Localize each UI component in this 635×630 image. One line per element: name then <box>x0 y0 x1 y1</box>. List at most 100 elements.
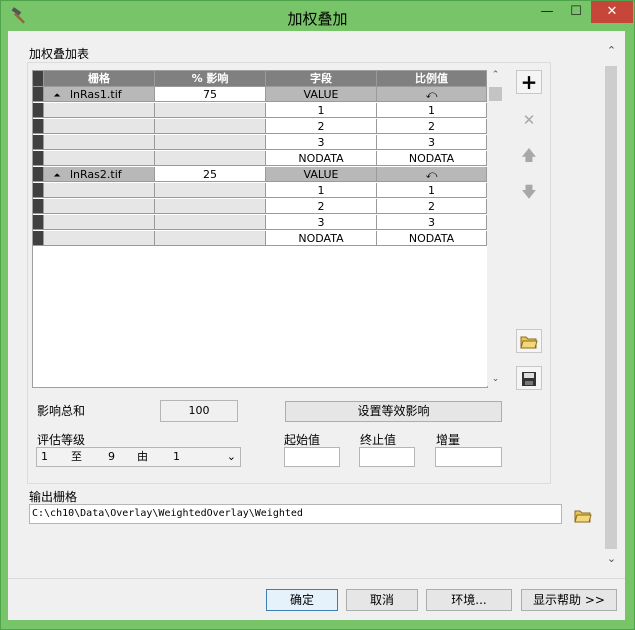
field-value-cell: 1 <box>266 183 377 198</box>
title-bar[interactable]: 加权叠加 — ☐ ✕ <box>1 1 634 32</box>
row-selector[interactable] <box>33 183 44 198</box>
reset-scale-cell[interactable]: ⤺ <box>377 87 487 102</box>
table-row[interactable]: NODATA NODATA <box>33 151 487 167</box>
raster-group-row[interactable]: ⏶ lnRas2.tif 25 VALUE ⤺ <box>33 167 487 183</box>
scale-value-input[interactable]: NODATA <box>377 231 487 246</box>
scroll-down-icon[interactable]: ⌄ <box>603 552 620 565</box>
show-help-button[interactable]: 显示帮助 >> <box>521 589 617 611</box>
empty-cell <box>44 231 155 246</box>
dialog-scrollbar[interactable]: ⌃ ⌄ <box>603 38 620 565</box>
scroll-down-icon[interactable]: ⌄ <box>487 374 504 384</box>
start-value-label: 起始值 <box>284 433 321 447</box>
scroll-up-icon[interactable]: ⌃ <box>603 44 620 57</box>
table-row[interactable]: 2 2 <box>33 119 487 135</box>
row-selector[interactable] <box>33 199 44 214</box>
move-down-button[interactable]: 🡇 <box>516 179 542 203</box>
weighted-overlay-table[interactable]: 栅格 % 影响 字段 比例值 ⏶ lnRas1.tif 75 VALUE ⤺ 1 … <box>32 70 488 388</box>
table-row[interactable]: NODATA NODATA <box>33 231 487 247</box>
table-row[interactable]: 1 1 <box>33 183 487 199</box>
field-cell[interactable]: VALUE <box>266 167 377 182</box>
table-row[interactable]: 3 3 <box>33 135 487 151</box>
header-row-selector <box>33 71 44 87</box>
output-raster-input[interactable]: C:\ch10\Data\Overlay\WeightedOverlay\Wei… <box>29 504 562 524</box>
open-folder-icon <box>574 510 592 523</box>
raster-cell[interactable]: ⏶ lnRas1.tif <box>44 87 155 102</box>
raster-cell[interactable]: ⏶ lnRas2.tif <box>44 167 155 182</box>
scale-value-input[interactable]: 2 <box>377 119 487 134</box>
save-evaluation-button[interactable] <box>516 366 542 390</box>
scale-value-input[interactable]: 2 <box>377 199 487 214</box>
field-value-cell: 1 <box>266 103 377 118</box>
evaluation-scale-dropdown[interactable]: 1 至 9 由 1 ⌄ <box>36 447 241 467</box>
field-cell[interactable]: VALUE <box>266 87 377 102</box>
remove-raster-button[interactable]: ✕ <box>516 107 542 131</box>
increment-label: 增量 <box>436 433 461 447</box>
close-button[interactable]: ✕ <box>591 1 633 23</box>
undo-arrow-icon[interactable]: ⤺ <box>426 168 438 181</box>
column-header-influence[interactable]: % 影响 <box>155 71 266 87</box>
evaluation-scale-label: 评估等级 <box>37 433 86 447</box>
row-selector[interactable] <box>33 119 44 134</box>
scale-to-word: 至 <box>71 450 82 463</box>
ok-button[interactable]: 确定 <box>266 589 338 611</box>
cancel-button[interactable]: 取消 <box>346 589 418 611</box>
increment-input[interactable] <box>435 447 502 467</box>
table-row[interactable]: 3 3 <box>33 215 487 231</box>
environments-button[interactable]: 环境... <box>426 589 512 611</box>
remove-icon: ✕ <box>522 111 536 129</box>
scale-value-input[interactable]: NODATA <box>377 151 487 166</box>
undo-arrow-icon[interactable]: ⤺ <box>426 88 438 101</box>
field-value-cell: 3 <box>266 215 377 230</box>
row-selector[interactable] <box>33 215 44 230</box>
scale-value-input[interactable]: 1 <box>377 103 487 118</box>
end-value-input[interactable] <box>359 447 415 467</box>
row-selector[interactable] <box>33 103 44 118</box>
table-label: 加权叠加表 <box>29 47 90 61</box>
empty-cell <box>44 151 155 166</box>
scroll-up-icon[interactable]: ⌃ <box>487 70 504 80</box>
browse-output-button[interactable] <box>570 503 596 527</box>
empty-cell <box>155 151 266 166</box>
open-folder-icon <box>520 336 538 349</box>
scrollbar-thumb[interactable] <box>605 66 617 549</box>
save-disk-icon <box>522 372 536 386</box>
influence-input[interactable]: 25 <box>155 167 266 182</box>
table-row[interactable]: 1 1 <box>33 103 487 119</box>
table-row[interactable]: 2 2 <box>33 199 487 215</box>
collapse-icon[interactable]: ⏶ <box>44 169 70 181</box>
start-value-input[interactable] <box>284 447 340 467</box>
maximize-button[interactable]: ☐ <box>562 1 590 23</box>
empty-cell <box>44 119 155 134</box>
table-scrollbar[interactable]: ⌃ ⌄ <box>487 70 504 386</box>
minimize-button[interactable]: — <box>533 1 561 23</box>
raster-name: lnRas1.tif <box>70 88 122 101</box>
collapse-icon[interactable]: ⏶ <box>44 89 70 101</box>
column-header-scale[interactable]: 比例值 <box>377 71 487 87</box>
scrollbar-thumb[interactable] <box>489 87 502 101</box>
open-evaluation-button[interactable] <box>516 329 542 353</box>
row-selector[interactable] <box>33 151 44 166</box>
set-equal-influence-button[interactable]: 设置等效影响 <box>285 401 502 422</box>
field-value-cell: NODATA <box>266 231 377 246</box>
chevron-down-icon[interactable]: ⌄ <box>227 448 236 466</box>
field-value-cell: NODATA <box>266 151 377 166</box>
scale-value-input[interactable]: 1 <box>377 183 487 198</box>
raster-group-row[interactable]: ⏶ lnRas1.tif 75 VALUE ⤺ <box>33 87 487 103</box>
empty-cell <box>155 231 266 246</box>
empty-cell <box>155 135 266 150</box>
reset-scale-cell[interactable]: ⤺ <box>377 167 487 182</box>
add-raster-button[interactable]: + <box>516 70 542 94</box>
row-selector[interactable] <box>33 167 44 182</box>
influence-input[interactable]: 75 <box>155 87 266 102</box>
row-selector[interactable] <box>33 231 44 246</box>
column-header-field[interactable]: 字段 <box>266 71 377 87</box>
raster-name: lnRas2.tif <box>70 168 122 181</box>
row-selector[interactable] <box>33 87 44 102</box>
move-up-button[interactable]: 🡅 <box>516 142 542 166</box>
row-selector[interactable] <box>33 135 44 150</box>
table-header-row: 栅格 % 影响 字段 比例值 <box>33 71 487 87</box>
column-header-raster[interactable]: 栅格 <box>44 71 155 87</box>
scale-value-input[interactable]: 3 <box>377 135 487 150</box>
empty-cell <box>44 215 155 230</box>
scale-value-input[interactable]: 3 <box>377 215 487 230</box>
